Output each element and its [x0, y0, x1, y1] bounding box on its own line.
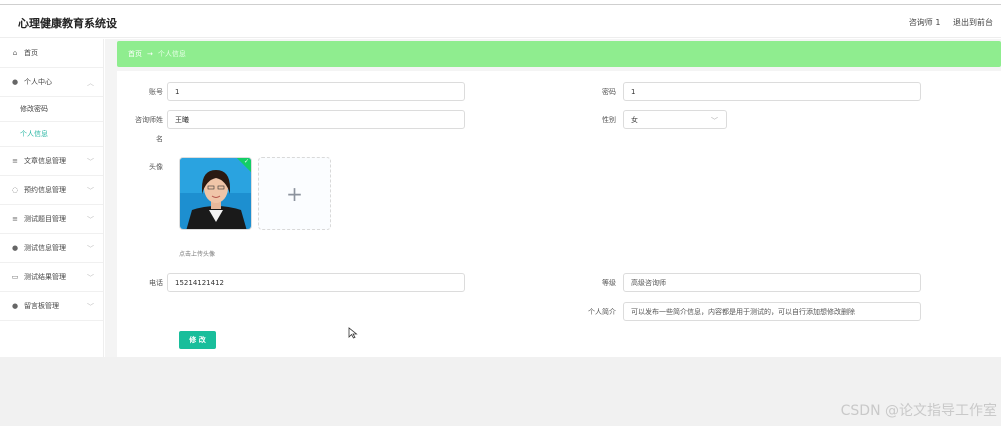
phone-label: 电话 [149, 279, 163, 287]
sidebar-item-label: 测试信息管理 [24, 244, 66, 252]
phone-field[interactable]: 15214121412 [167, 273, 465, 292]
list-icon: ≡ [12, 215, 18, 223]
sidebar-item-label: 测试题目管理 [24, 215, 66, 223]
name-label: 咨询师姓 名 [119, 115, 163, 144]
gender-value: 女 [631, 115, 638, 124]
level-label: 等级 [602, 279, 616, 287]
breadcrumb: 首页 → 个人信息 [117, 41, 1001, 67]
name-label-line1: 咨询师姓 [135, 116, 163, 124]
sidebar-item-personal-center[interactable]: ● 个人中心 ︿ [0, 68, 103, 97]
chevron-down-icon: ﹀ [87, 216, 94, 224]
avatar-image[interactable]: ✓ [179, 157, 252, 230]
sidebar-item-appointments[interactable]: ◌ 预约信息管理 ﹀ [0, 176, 103, 205]
sidebar-item-articles[interactable]: ≡ 文章信息管理 ﹀ [0, 147, 103, 176]
breadcrumb-current: 个人信息 [157, 50, 186, 58]
sidebar-item-home[interactable]: ⌂ 首页 [0, 39, 103, 68]
watermark: CSDN @论文指导工作室 [840, 403, 997, 419]
avatar-label: 头像 [149, 163, 163, 171]
user-icon: ● [11, 302, 19, 310]
chevron-down-icon: ﹀ [87, 187, 94, 195]
breadcrumb-separator: → [147, 50, 153, 58]
logout-link[interactable]: 退出到前台 [953, 18, 993, 27]
sidebar-item-label: 留言板管理 [24, 302, 59, 310]
message-icon: ▭ [11, 273, 19, 281]
mouse-cursor-icon [348, 327, 358, 339]
intro-label: 个人简介 [588, 308, 616, 316]
top-right-actions: 咨询师 1 退出到前台 [899, 17, 993, 28]
current-user-label: 咨询师 1 [908, 18, 941, 27]
sidebar-item-test-info[interactable]: ● 测试信息管理 ﹀ [0, 234, 103, 263]
level-field[interactable]: 高级咨询师 [623, 273, 921, 292]
sidebar-item-test-questions[interactable]: ≡ 测试题目管理 ﹀ [0, 205, 103, 234]
chevron-down-icon: ﹀ [87, 245, 94, 253]
chevron-down-icon: ﹀ [87, 303, 94, 311]
user-icon: ● [11, 244, 19, 252]
breadcrumb-home[interactable]: 首页 [128, 49, 142, 59]
sidebar-subitem-change-password[interactable]: 修改密码 [0, 97, 103, 122]
sidebar-item-test-results[interactable]: ▭ 测试结果管理 ﹀ [0, 263, 103, 292]
upload-avatar-button[interactable]: + [258, 157, 331, 230]
upload-hint: 点击上传头像 [179, 251, 216, 258]
sidebar-subitem-personal-info[interactable]: 个人信息 [0, 122, 103, 147]
sidebar-item-label: 文章信息管理 [24, 157, 66, 165]
sidebar-item-label: 预约信息管理 [24, 186, 66, 194]
account-label: 账号 [149, 88, 163, 96]
save-button[interactable]: 修 改 [179, 331, 216, 349]
plus-icon: + [286, 181, 303, 206]
name-field[interactable]: 王曦 [167, 110, 465, 129]
top-bar: 心理健康教育系统设 咨询师 1 退出到前台 [0, 4, 1001, 38]
chevron-up-icon: ︿ [87, 79, 94, 87]
sidebar-item-label: 测试结果管理 [24, 273, 66, 281]
home-icon: ⌂ [12, 49, 18, 57]
gender-select[interactable]: 女 ﹀ [623, 110, 727, 129]
user-icon: ● [11, 78, 19, 86]
avatar-photo [180, 158, 251, 229]
gender-label: 性别 [602, 116, 616, 124]
password-field[interactable]: 1 [623, 82, 921, 101]
list-icon: ≡ [12, 157, 18, 165]
profile-form: 账号 1 密码 1 咨询师姓 名 王曦 性别 女 ﹀ 头像 ✓ + 点击上传头像… [117, 71, 1001, 357]
check-icon: ✓ [243, 158, 249, 165]
password-label: 密码 [602, 88, 616, 96]
name-label-line2: 名 [156, 135, 163, 143]
sidebar-item-message-board[interactable]: ● 留言板管理 ﹀ [0, 292, 103, 321]
chevron-down-icon: ﹀ [87, 274, 94, 282]
account-field[interactable]: 1 [167, 82, 465, 101]
chevron-down-icon: ﹀ [87, 158, 94, 166]
main-content: 首页 → 个人信息 账号 1 密码 1 咨询师姓 名 王曦 性别 女 ﹀ 头像 [105, 39, 1001, 357]
chevron-down-icon: ﹀ [711, 117, 718, 125]
bulb-icon: ◌ [11, 186, 19, 194]
sidebar-item-label: 首页 [24, 49, 38, 57]
intro-field[interactable]: 可以发布一些简介信息，内容都是用于测试的，可以自行添加想修改删除 [623, 302, 921, 321]
sidebar: ⌂ 首页 ● 个人中心 ︿ 修改密码 个人信息 ≡ 文章信息管理 ﹀ ◌ 预约信… [0, 39, 104, 357]
app-title: 心理健康教育系统设 [18, 17, 117, 30]
sidebar-item-label: 个人中心 [24, 78, 52, 86]
